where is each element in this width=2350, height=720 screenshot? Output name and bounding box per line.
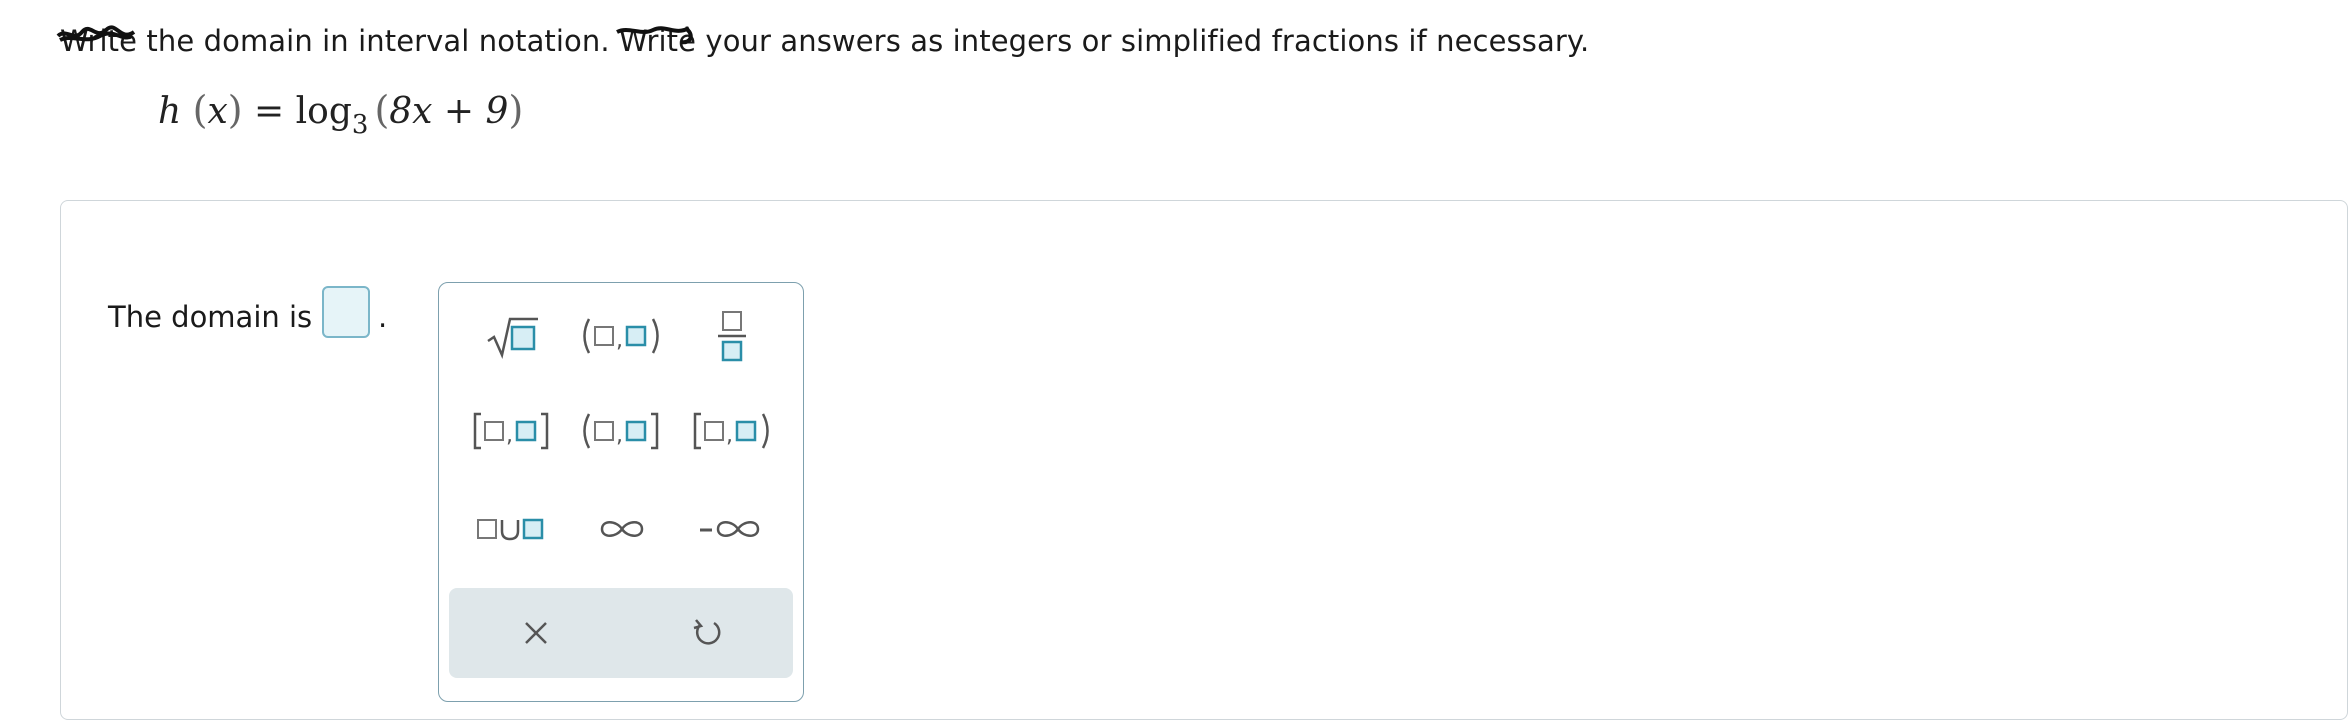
half-open-right-icon: , bbox=[693, 412, 769, 450]
domain-label: The domain is bbox=[108, 300, 313, 334]
math-palette: , , , , bbox=[438, 282, 804, 702]
half-open-left-icon: , bbox=[583, 412, 659, 450]
infinity-button[interactable] bbox=[567, 494, 677, 564]
fraction-button[interactable] bbox=[677, 301, 787, 371]
svg-text:,: , bbox=[616, 328, 623, 353]
function-equation: h (x) = log3 (8x + 9) bbox=[158, 88, 523, 140]
arg-left-paren: ( bbox=[374, 88, 390, 132]
fraction-icon bbox=[718, 311, 746, 362]
answer-area bbox=[60, 200, 2348, 720]
sqrt-icon bbox=[487, 317, 538, 359]
equals-sign: = bbox=[242, 91, 296, 132]
period: . bbox=[378, 300, 388, 334]
instruction-text-2: your answers as integers or simplified f… bbox=[696, 24, 1590, 58]
close-icon bbox=[525, 622, 547, 644]
undo-icon bbox=[693, 619, 721, 645]
instructions: Write the domain in interval notation. W… bbox=[56, 24, 1590, 58]
svg-text:,: , bbox=[726, 423, 733, 448]
open-interval-button[interactable]: , bbox=[567, 301, 677, 371]
closed-interval-button[interactable]: , bbox=[457, 396, 567, 466]
instruction-word-write-2: Write bbox=[616, 24, 696, 58]
domain-answer-input[interactable] bbox=[322, 286, 370, 338]
left-closed-right-open-interval-button[interactable]: , bbox=[677, 396, 787, 466]
arg-right-paren: ) bbox=[508, 88, 524, 132]
closed-interval-icon: , bbox=[473, 412, 549, 450]
clear-button[interactable] bbox=[481, 598, 591, 668]
log-text: log bbox=[295, 91, 352, 132]
function-variable: x bbox=[207, 91, 228, 132]
negative-infinity-icon bbox=[700, 521, 760, 537]
undo-button[interactable] bbox=[651, 598, 761, 668]
instruction-word-write: Write bbox=[56, 24, 137, 58]
negative-infinity-button[interactable] bbox=[677, 494, 787, 564]
infinity-icon bbox=[600, 521, 644, 537]
right-paren: ) bbox=[227, 88, 243, 132]
instruction-text-1: the domain in interval notation. bbox=[137, 24, 620, 58]
union-icon bbox=[477, 518, 544, 541]
svg-text:,: , bbox=[506, 423, 513, 448]
svg-text:,: , bbox=[616, 423, 623, 448]
palette-toolbar bbox=[449, 588, 793, 678]
open-interval-icon: , bbox=[583, 318, 659, 354]
log-argument: 8x + 9 bbox=[389, 91, 509, 132]
square-root-button[interactable] bbox=[457, 301, 567, 371]
union-button[interactable] bbox=[457, 494, 567, 564]
left-paren: ( bbox=[192, 88, 208, 132]
log-base: 3 bbox=[351, 110, 369, 140]
scribble-mark bbox=[56, 25, 136, 42]
scribble-mark-2 bbox=[616, 26, 693, 45]
left-open-right-closed-interval-button[interactable]: , bbox=[567, 396, 677, 466]
function-name: h bbox=[158, 91, 182, 132]
